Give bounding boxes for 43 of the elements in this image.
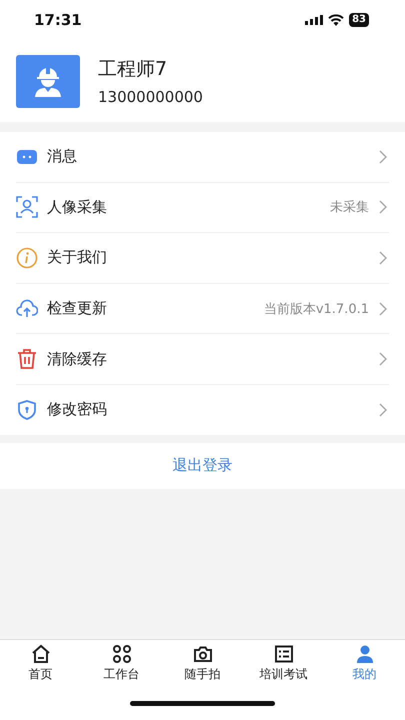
menu-item[interactable]: 人像采集 未采集	[16, 182, 389, 234]
tab-item[interactable]: 工作台	[81, 640, 162, 686]
menu-value: 当前版本v1.7.0.1	[264, 300, 369, 318]
chevron-right-icon	[379, 302, 387, 316]
menu-item[interactable]: 消息	[16, 132, 389, 183]
user-name: 工程师7	[98, 57, 168, 82]
trash-icon	[16, 348, 38, 370]
cloud-upload-icon	[16, 298, 38, 320]
chevron-right-icon	[379, 200, 387, 214]
phone-number: 13000000000	[98, 88, 203, 106]
face-scan-icon	[16, 196, 38, 218]
worker-avatar	[16, 54, 80, 108]
tab-item[interactable]: 首页	[0, 640, 81, 686]
user-icon	[354, 644, 374, 664]
list-icon	[274, 644, 294, 664]
tab-item[interactable]: 随手拍	[162, 640, 243, 686]
tab-item[interactable]: 我的	[324, 640, 405, 686]
logout-button[interactable]: 退出登录	[164, 452, 240, 480]
camera-icon	[192, 644, 212, 664]
menu-item[interactable]: 清除缓存	[16, 334, 389, 385]
menu-label: 人像采集	[47, 198, 108, 217]
menu-label: 清除缓存	[47, 350, 108, 369]
status-time: 17:31	[34, 11, 82, 29]
menu-item[interactable]: 关于我们	[16, 233, 389, 284]
menu-item[interactable]: 修改密码	[16, 384, 389, 435]
wifi-icon	[328, 14, 344, 26]
menu-label: 关于我们	[47, 248, 108, 268]
menu-label: 检查更新	[47, 299, 108, 318]
menu-label: 消息	[47, 147, 78, 166]
home-icon	[30, 644, 50, 664]
signal-icon	[305, 15, 324, 25]
chevron-right-icon	[379, 250, 387, 265]
chevron-right-icon	[379, 352, 387, 366]
menu-item[interactable]: 检查更新 当前版本v1.7.0.1	[16, 284, 389, 334]
menu-label: 修改密码	[47, 400, 108, 420]
battery-level: 83	[349, 13, 369, 27]
grid-icon	[112, 644, 132, 664]
shield-icon	[16, 398, 38, 421]
menu-value: 未采集	[330, 199, 369, 216]
tab-item[interactable]: 培训考试	[243, 640, 324, 686]
info-icon	[16, 246, 38, 269]
chevron-right-icon	[379, 150, 387, 164]
chevron-right-icon	[379, 402, 387, 417]
